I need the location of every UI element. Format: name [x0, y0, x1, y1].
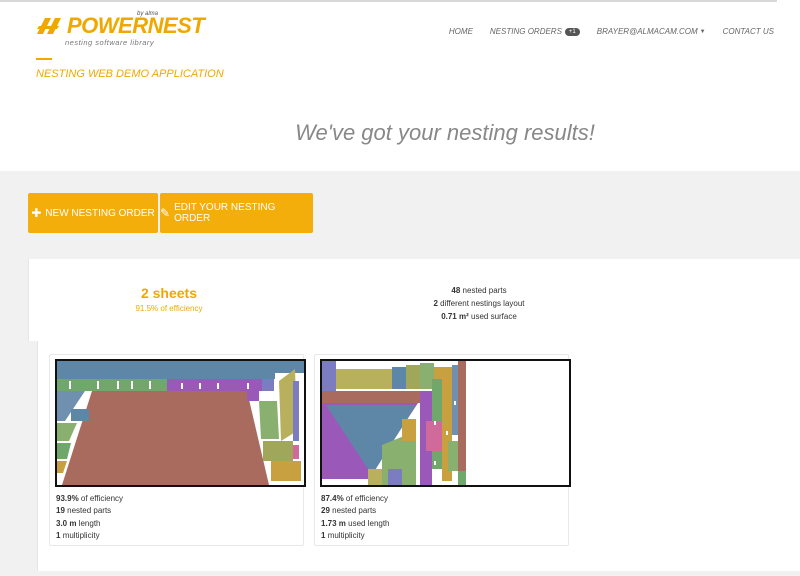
stat-nested-parts: 48 nested parts: [329, 284, 629, 297]
sheet-multiplicity-value: 1: [56, 530, 61, 540]
sheet-efficiency: 87.4% of efficiency: [321, 493, 390, 505]
plus-icon: ✚: [31, 206, 42, 220]
sheet-efficiency-value: 87.4%: [321, 494, 344, 503]
sheet-length: 1.73 m used length: [321, 518, 390, 530]
hero: We've got your nesting results!: [0, 120, 800, 146]
logo-power-text: POWER: [67, 13, 148, 38]
logo-subtitle: nesting software library: [65, 38, 155, 47]
stat-layouts-value: 2: [433, 299, 438, 308]
sheet-multiplicity-value: 1: [321, 530, 326, 540]
sheet-multiplicity: 1 multiplicity: [321, 530, 390, 542]
sheet-efficiency-label: of efficiency: [345, 494, 389, 503]
results-summary: 2 sheets 91.5% of efficiency 48 nested p…: [28, 259, 800, 341]
sheets-count: 2 sheets: [140, 285, 198, 301]
sheet-multiplicity-label: multiplicity: [62, 530, 100, 540]
app-title-accent-line: [36, 58, 52, 60]
logo-by-alma: by alma: [137, 11, 159, 17]
sheet-parts: 19 nested parts: [56, 505, 123, 517]
sheet-length-value: 1.73 m: [321, 518, 346, 528]
stat-surface-value: 0.71 m²: [441, 312, 469, 321]
sheet-details: 93.9% of efficiency 19 nested parts 3.0 …: [56, 493, 123, 542]
sheet-parts-label: nested parts: [332, 506, 377, 516]
sheet-efficiency: 93.9% of efficiency: [56, 493, 123, 505]
sheet-card[interactable]: 93.9% of efficiency 19 nested parts 3.0 …: [49, 354, 306, 546]
nav-nesting-orders[interactable]: NESTING ORDERS +1: [490, 27, 580, 36]
nesting-layout-graphic: [322, 361, 569, 485]
nav-nesting-orders-label: NESTING ORDERS: [489, 27, 562, 36]
sheet-multiplicity-label: multiplicity: [327, 530, 365, 540]
stat-nested-parts-label: nested parts: [462, 286, 507, 295]
sheet-length-label: used length: [348, 518, 390, 528]
overall-efficiency: 91.5% of efficiency: [135, 304, 203, 313]
sheet-card[interactable]: 87.4% of efficiency 29 nested parts 1.73…: [314, 354, 571, 546]
sheet-parts-value: 29: [321, 506, 330, 516]
sheet-efficiency-label: of efficiency: [80, 494, 124, 503]
logo-wordmark: POWERNEST: [67, 13, 205, 38]
nav-user-label: BRAYER@ALMACAM.COM: [596, 27, 698, 36]
sheet-details: 87.4% of efficiency 29 nested parts 1.73…: [321, 493, 390, 542]
sheet-parts: 29 nested parts: [321, 505, 390, 517]
logo-mark-icon: [37, 18, 61, 34]
orders-count-badge: +1: [564, 27, 580, 36]
sheet-parts-value: 19: [56, 506, 65, 516]
navbar: POWERNEST by alma nesting software libra…: [0, 0, 800, 60]
nav-contact-label: CONTACT US: [722, 27, 774, 36]
sheet-length: 3.0 m length: [56, 518, 123, 530]
stat-layouts: 2 different nestings layout: [329, 297, 629, 310]
new-nesting-order-label: NEW NESTING ORDER: [45, 207, 155, 219]
nesting-layout-image[interactable]: [320, 359, 571, 487]
sheet-parts-label: nested parts: [67, 506, 112, 516]
nav-links: HOME NESTING ORDERS +1 BRAYER@ALMACAM.COM…: [432, 27, 774, 36]
sheet-length-label: length: [78, 518, 101, 528]
stat-surface: 0.71 m² used surface: [329, 310, 629, 323]
nesting-layout-image[interactable]: [55, 359, 306, 487]
sheet-length-value: 3.0 m: [56, 518, 77, 528]
caret-down-icon: ▼: [699, 28, 706, 35]
app-title: NESTING WEB DEMO APPLICATION: [36, 68, 224, 80]
stat-layouts-label: different nestings layout: [440, 299, 525, 308]
hero-heading: We've got your nesting results!: [295, 120, 595, 145]
new-nesting-order-button[interactable]: ✚ NEW NESTING ORDER: [28, 193, 158, 233]
nav-user-account[interactable]: BRAYER@ALMACAM.COM ▼: [597, 27, 706, 36]
nav-home[interactable]: HOME: [449, 27, 473, 36]
pencil-icon: ✎: [160, 206, 171, 220]
nav-contact-us[interactable]: CONTACT US: [723, 27, 774, 36]
summary-stats: 48 nested parts 2 different nestings lay…: [329, 284, 629, 323]
sheet-multiplicity: 1 multiplicity: [56, 530, 123, 542]
powernest-logo[interactable]: POWERNEST by alma nesting software libra…: [35, 11, 205, 47]
sheet-efficiency-value: 93.9%: [56, 494, 79, 503]
nesting-layout-graphic: [57, 361, 304, 485]
stat-nested-parts-value: 48: [451, 286, 461, 295]
edit-nesting-order-label: EDIT YOUR NESTING ORDER: [174, 202, 276, 224]
stat-surface-label: used surface: [471, 312, 517, 321]
edit-nesting-order-button[interactable]: ✎ EDIT YOUR NESTING ORDER: [160, 193, 313, 233]
nav-home-label: HOME: [448, 27, 473, 36]
